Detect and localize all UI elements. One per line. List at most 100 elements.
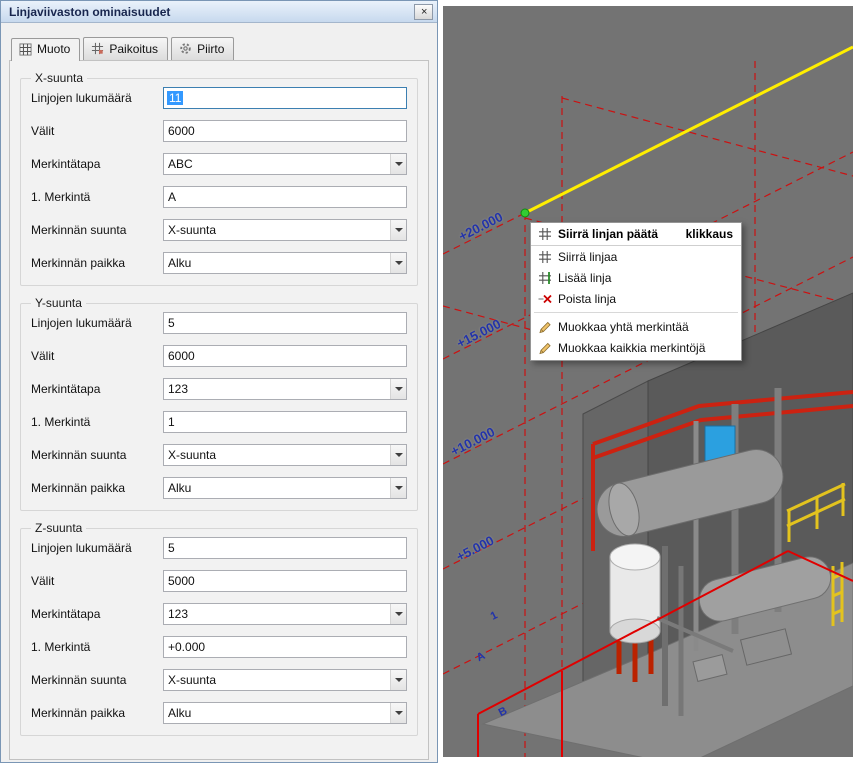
section-title: Z-suunta xyxy=(31,521,86,535)
context-menu-header: Siirrä linjan päätä klikkaus xyxy=(531,223,741,246)
tab-label: Piirto xyxy=(197,42,224,56)
menu-item-edit-all-labels[interactable]: Muokkaa kaikkia merkintöjä xyxy=(531,337,741,358)
select-value: Alku xyxy=(168,256,390,270)
grid-properties-dialog: Linjaviivaston ominaisuudet × Muoto Paik… xyxy=(0,0,438,763)
menu-item-delete-line[interactable]: Poista linja xyxy=(531,288,741,309)
field-label: Linjojen lukumäärä xyxy=(31,91,163,105)
z-label-type-select[interactable]: 123 xyxy=(163,603,407,625)
y-label-type-select[interactable]: 123 xyxy=(163,378,407,400)
chevron-down-icon xyxy=(390,220,406,240)
context-menu-shortcut: klikkaus xyxy=(686,227,733,241)
field-label: Merkinnän paikka xyxy=(31,706,163,720)
field-label: Merkinnän paikka xyxy=(31,256,163,270)
model-canvas[interactable] xyxy=(443,6,853,757)
y-spacing-input[interactable] xyxy=(163,345,407,367)
line-end-handle[interactable] xyxy=(521,209,529,217)
chevron-down-icon xyxy=(390,703,406,723)
dialog-titlebar[interactable]: Linjaviivaston ominaisuudet × xyxy=(1,1,437,23)
select-value: Alku xyxy=(168,481,390,495)
select-value: 123 xyxy=(168,607,390,621)
field-label: Linjojen lukumäärä xyxy=(31,316,163,330)
z-first-label-input[interactable] xyxy=(163,636,407,658)
x-label-position-select[interactable]: Alku xyxy=(163,252,407,274)
field-label: Merkinnän suunta xyxy=(31,223,163,237)
select-value: 123 xyxy=(168,382,390,396)
chevron-down-icon xyxy=(390,604,406,624)
x-line-count-input[interactable]: 11 xyxy=(163,87,407,109)
field-label: Merkintätapa xyxy=(31,382,163,396)
field-label: Merkinnän paikka xyxy=(31,481,163,495)
menu-item-label: Lisää linja xyxy=(558,271,611,285)
chevron-down-icon xyxy=(390,478,406,498)
y-label-position-select[interactable]: Alku xyxy=(163,477,407,499)
field-label: 1. Merkintä xyxy=(31,415,163,429)
x-spacing-input[interactable] xyxy=(163,120,407,142)
gear-icon xyxy=(179,42,192,55)
select-value: Alku xyxy=(168,706,390,720)
select-value: X-suunta xyxy=(168,223,390,237)
pencil-icon xyxy=(535,320,554,334)
y-line-count-input[interactable] xyxy=(163,312,407,334)
grid-move-icon xyxy=(535,250,554,264)
close-button[interactable]: × xyxy=(414,4,433,20)
z-spacing-input[interactable] xyxy=(163,570,407,592)
delete-line-icon xyxy=(535,292,554,306)
application-window: Linjaviivaston ominaisuudet × Muoto Paik… xyxy=(0,0,853,763)
field-label: Merkintätapa xyxy=(31,157,163,171)
field-label: Merkinnän suunta xyxy=(31,448,163,462)
section-x-suunta: X-suunta Linjojen lukumäärä 11 Välit Mer… xyxy=(20,71,418,286)
menu-item-label: Siirrä linjaa xyxy=(558,250,617,264)
placement-icon xyxy=(91,42,104,55)
y-label-direction-select[interactable]: X-suunta xyxy=(163,444,407,466)
z-line-count-input[interactable] xyxy=(163,537,407,559)
menu-separator xyxy=(534,312,738,313)
menu-item-label: Poista linja xyxy=(558,292,616,306)
select-value: X-suunta xyxy=(168,448,390,462)
context-menu-title: Siirrä linjan päätä xyxy=(558,227,658,241)
field-label: Merkintätapa xyxy=(31,607,163,621)
section-title: Y-suunta xyxy=(31,296,86,310)
select-value: ABC xyxy=(168,157,390,171)
grid-move-icon xyxy=(535,227,554,241)
tab-label: Paikoitus xyxy=(109,42,158,56)
tab-label: Muoto xyxy=(37,42,70,56)
x-first-label-input[interactable] xyxy=(163,186,407,208)
dialog-title: Linjaviivaston ominaisuudet xyxy=(9,5,414,19)
menu-item-edit-one-label[interactable]: Muokkaa yhtä merkintää xyxy=(531,316,741,337)
field-label: Välit xyxy=(31,124,163,138)
tab-piirto[interactable]: Piirto xyxy=(171,37,234,60)
chevron-down-icon xyxy=(390,154,406,174)
tab-paikoitus[interactable]: Paikoitus xyxy=(83,37,168,60)
menu-item-label: Muokkaa yhtä merkintää xyxy=(558,320,689,334)
chevron-down-icon xyxy=(390,253,406,273)
model-viewport[interactable]: +20.000 +15.000 +10.000 +5.000 1 A B Sii… xyxy=(443,6,853,757)
select-value: X-suunta xyxy=(168,673,390,687)
chevron-down-icon xyxy=(390,379,406,399)
x-label-direction-select[interactable]: X-suunta xyxy=(163,219,407,241)
z-label-position-select[interactable]: Alku xyxy=(163,702,407,724)
tab-panel-muoto: X-suunta Linjojen lukumäärä 11 Välit Mer… xyxy=(9,60,429,760)
plant-model[interactable] xyxy=(483,293,853,757)
grid-context-menu: Siirrä linjan päätä klikkaus Siirrä linj… xyxy=(530,222,742,361)
field-label: Merkinnän suunta xyxy=(31,673,163,687)
section-y-suunta: Y-suunta Linjojen lukumäärä Välit Merkin… xyxy=(20,296,418,511)
grid-add-icon xyxy=(535,271,554,285)
field-label: 1. Merkintä xyxy=(31,190,163,204)
section-title: X-suunta xyxy=(31,71,87,85)
section-z-suunta: Z-suunta Linjojen lukumäärä Välit Merkin… xyxy=(20,521,418,736)
chevron-down-icon xyxy=(390,445,406,465)
tab-muoto[interactable]: Muoto xyxy=(11,38,80,61)
pencil-icon xyxy=(535,341,554,355)
menu-item-add-line[interactable]: Lisää linja xyxy=(531,267,741,288)
tab-strip: Muoto Paikoitus Piirto xyxy=(1,23,437,60)
field-label: Linjojen lukumäärä xyxy=(31,541,163,555)
field-label: Välit xyxy=(31,574,163,588)
y-first-label-input[interactable] xyxy=(163,411,407,433)
grid-icon xyxy=(19,43,32,56)
z-label-direction-select[interactable]: X-suunta xyxy=(163,669,407,691)
menu-item-move-line[interactable]: Siirrä linjaa xyxy=(531,246,741,267)
field-label: 1. Merkintä xyxy=(31,640,163,654)
field-label: Välit xyxy=(31,349,163,363)
x-label-type-select[interactable]: ABC xyxy=(163,153,407,175)
selected-grid-line[interactable] xyxy=(525,47,853,213)
